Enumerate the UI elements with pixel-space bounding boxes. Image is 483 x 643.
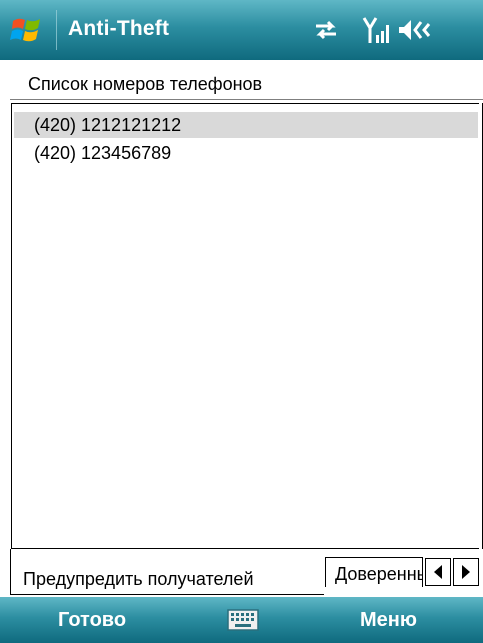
arrow-right-icon xyxy=(462,565,470,579)
list-header: Список номеров телефонов xyxy=(0,60,483,100)
done-softkey[interactable]: Готово xyxy=(58,609,126,632)
signal-icon[interactable] xyxy=(362,15,390,45)
phone-list[interactable]: (420) 1212121212 (420) 123456789 xyxy=(11,103,479,549)
title-bar: Anti-Theft xyxy=(0,0,483,60)
menu-softkey[interactable]: Меню xyxy=(360,609,417,632)
list-item[interactable]: (420) 1212121212 xyxy=(14,112,478,138)
connectivity-icon[interactable] xyxy=(312,18,340,42)
tab-scroll-right-button[interactable] xyxy=(453,558,479,586)
tab-trusted[interactable]: Доверенные xyxy=(325,557,423,587)
speaker-icon[interactable] xyxy=(397,17,431,43)
list-item[interactable]: (420) 123456789 xyxy=(14,140,478,166)
header-divider xyxy=(10,99,483,100)
phone-number: (420) 123456789 xyxy=(34,143,172,163)
title-separator xyxy=(56,10,57,50)
keyboard-icon[interactable] xyxy=(227,609,259,631)
softkey-bar: Готово Меню xyxy=(0,597,483,643)
app-title: Anti-Theft xyxy=(68,17,170,40)
list-header-label: Список номеров телефонов xyxy=(28,74,263,94)
arrow-left-icon xyxy=(434,565,442,579)
tab-strip: Предупредить получателей Доверенные xyxy=(0,549,483,597)
tab-warn-recipients[interactable]: Предупредить получателей xyxy=(10,549,324,595)
tab-label: Предупредить получателей xyxy=(23,569,254,589)
phone-number: (420) 1212121212 xyxy=(34,115,182,135)
tab-label: Доверенные xyxy=(335,564,422,584)
windows-start-icon[interactable] xyxy=(10,13,44,47)
tab-scroll-left-button[interactable] xyxy=(425,558,451,586)
